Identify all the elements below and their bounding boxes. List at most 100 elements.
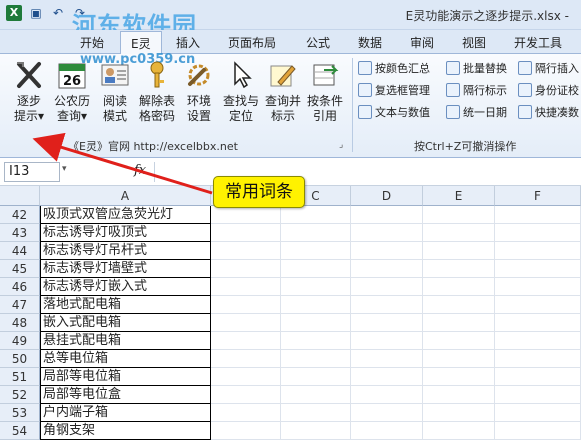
dialog-launcher-icon[interactable]: ⌟	[339, 140, 343, 150]
empty-cell[interactable]	[423, 224, 495, 242]
empty-cell[interactable]	[495, 206, 581, 224]
step-hint-button[interactable]: 逐步 提示▾	[10, 60, 48, 124]
empty-cell[interactable]	[423, 314, 495, 332]
empty-cell[interactable]	[495, 278, 581, 296]
empty-cell[interactable]	[495, 386, 581, 404]
query-mark-button[interactable]: 查询并 标示	[264, 60, 302, 124]
cell-a[interactable]: 吸顶式双管应急荧光灯	[40, 206, 211, 224]
column-header-d[interactable]: D	[351, 186, 423, 206]
row-header[interactable]: 49	[0, 332, 40, 350]
empty-cell[interactable]	[211, 260, 281, 278]
save-icon[interactable]: ▣	[28, 5, 44, 21]
empty-cell[interactable]	[495, 404, 581, 422]
empty-cell[interactable]	[351, 224, 423, 242]
empty-cell[interactable]	[281, 242, 351, 260]
empty-cell[interactable]	[351, 206, 423, 224]
empty-cell[interactable]	[281, 404, 351, 422]
empty-cell[interactable]	[281, 350, 351, 368]
cell-a[interactable]: 角钢支架	[40, 422, 211, 440]
tab-data[interactable]: 数据	[358, 34, 382, 51]
tab-formulas[interactable]: 公式	[306, 34, 330, 51]
empty-cell[interactable]	[495, 314, 581, 332]
cell-a[interactable]: 局部等电位箱	[40, 368, 211, 386]
cell-a[interactable]: 局部等电位盒	[40, 386, 211, 404]
empty-cell[interactable]	[423, 278, 495, 296]
empty-cell[interactable]	[423, 386, 495, 404]
empty-cell[interactable]	[495, 224, 581, 242]
empty-cell[interactable]	[495, 296, 581, 314]
id-card-check-button[interactable]: 身份证校	[518, 82, 579, 100]
empty-cell[interactable]	[423, 404, 495, 422]
empty-cell[interactable]	[495, 242, 581, 260]
column-header-e[interactable]: E	[423, 186, 495, 206]
cell-a[interactable]: 嵌入式配电箱	[40, 314, 211, 332]
empty-cell[interactable]	[211, 386, 281, 404]
insert-function-icon[interactable]: fx	[134, 163, 146, 178]
empty-cell[interactable]	[281, 368, 351, 386]
row-insert-button[interactable]: 隔行插入	[518, 60, 579, 78]
empty-cell[interactable]	[423, 260, 495, 278]
empty-cell[interactable]	[351, 278, 423, 296]
row-header[interactable]: 45	[0, 260, 40, 278]
empty-cell[interactable]	[281, 260, 351, 278]
row-header[interactable]: 46	[0, 278, 40, 296]
row-header[interactable]: 52	[0, 386, 40, 404]
cell-a[interactable]: 标志诱导灯吊杆式	[40, 242, 211, 260]
empty-cell[interactable]	[423, 368, 495, 386]
conditional-reference-button[interactable]: 按条件 引用	[306, 60, 344, 124]
empty-cell[interactable]	[495, 368, 581, 386]
cell-a[interactable]: 标志诱导灯墙壁式	[40, 260, 211, 278]
tab-page-layout[interactable]: 页面布局	[228, 34, 276, 51]
empty-cell[interactable]	[281, 206, 351, 224]
cell-a[interactable]: 悬挂式配电箱	[40, 332, 211, 350]
empty-cell[interactable]	[211, 278, 281, 296]
empty-cell[interactable]	[211, 332, 281, 350]
cell-a[interactable]: 标志诱导灯吸顶式	[40, 224, 211, 242]
empty-cell[interactable]	[351, 404, 423, 422]
unify-date-button[interactable]: 统一日期	[446, 104, 507, 122]
column-header-a[interactable]: A	[40, 186, 211, 206]
empty-cell[interactable]	[351, 314, 423, 332]
row-header[interactable]: 47	[0, 296, 40, 314]
lunar-calendar-button[interactable]: 26 公农历 查询▾	[53, 60, 91, 124]
empty-cell[interactable]	[211, 422, 281, 440]
empty-cell[interactable]	[423, 332, 495, 350]
empty-cell[interactable]	[281, 314, 351, 332]
cell-a[interactable]: 标志诱导灯嵌入式	[40, 278, 211, 296]
empty-cell[interactable]	[211, 350, 281, 368]
column-header-f[interactable]: F	[495, 186, 581, 206]
empty-cell[interactable]	[423, 350, 495, 368]
empty-cell[interactable]	[211, 242, 281, 260]
tab-insert[interactable]: 插入	[176, 34, 200, 51]
row-header[interactable]: 48	[0, 314, 40, 332]
empty-cell[interactable]	[495, 422, 581, 440]
empty-cell[interactable]	[423, 296, 495, 314]
empty-cell[interactable]	[351, 296, 423, 314]
quick-sum-button[interactable]: 快捷凑数	[518, 104, 579, 122]
tab-review[interactable]: 审阅	[410, 34, 434, 51]
empty-cell[interactable]	[281, 224, 351, 242]
row-header[interactable]: 43	[0, 224, 40, 242]
cell-a[interactable]: 总等电位箱	[40, 350, 211, 368]
tab-developer[interactable]: 开发工具	[514, 34, 562, 51]
row-header[interactable]: 53	[0, 404, 40, 422]
tab-view[interactable]: 视图	[462, 34, 486, 51]
text-number-button[interactable]: 文本与数值	[358, 104, 430, 122]
empty-cell[interactable]	[495, 260, 581, 278]
tab-home[interactable]: 开始	[80, 34, 104, 51]
empty-cell[interactable]	[423, 242, 495, 260]
undo-icon[interactable]: ↶	[50, 5, 66, 21]
empty-cell[interactable]	[211, 224, 281, 242]
empty-cell[interactable]	[211, 296, 281, 314]
empty-cell[interactable]	[423, 206, 495, 224]
checkbox-manage-button[interactable]: 复选框管理	[358, 82, 430, 100]
select-all-corner[interactable]	[0, 186, 40, 206]
empty-cell[interactable]	[351, 350, 423, 368]
batch-replace-button[interactable]: 批量替换	[446, 60, 507, 78]
row-header[interactable]: 54	[0, 422, 40, 440]
empty-cell[interactable]	[351, 368, 423, 386]
cell-a[interactable]: 户内端子箱	[40, 404, 211, 422]
remove-sheet-password-button[interactable]: 解除表 格密码	[138, 60, 176, 124]
cell-a[interactable]: 落地式配电箱	[40, 296, 211, 314]
reading-mode-button[interactable]: 阅读 模式	[96, 60, 134, 124]
